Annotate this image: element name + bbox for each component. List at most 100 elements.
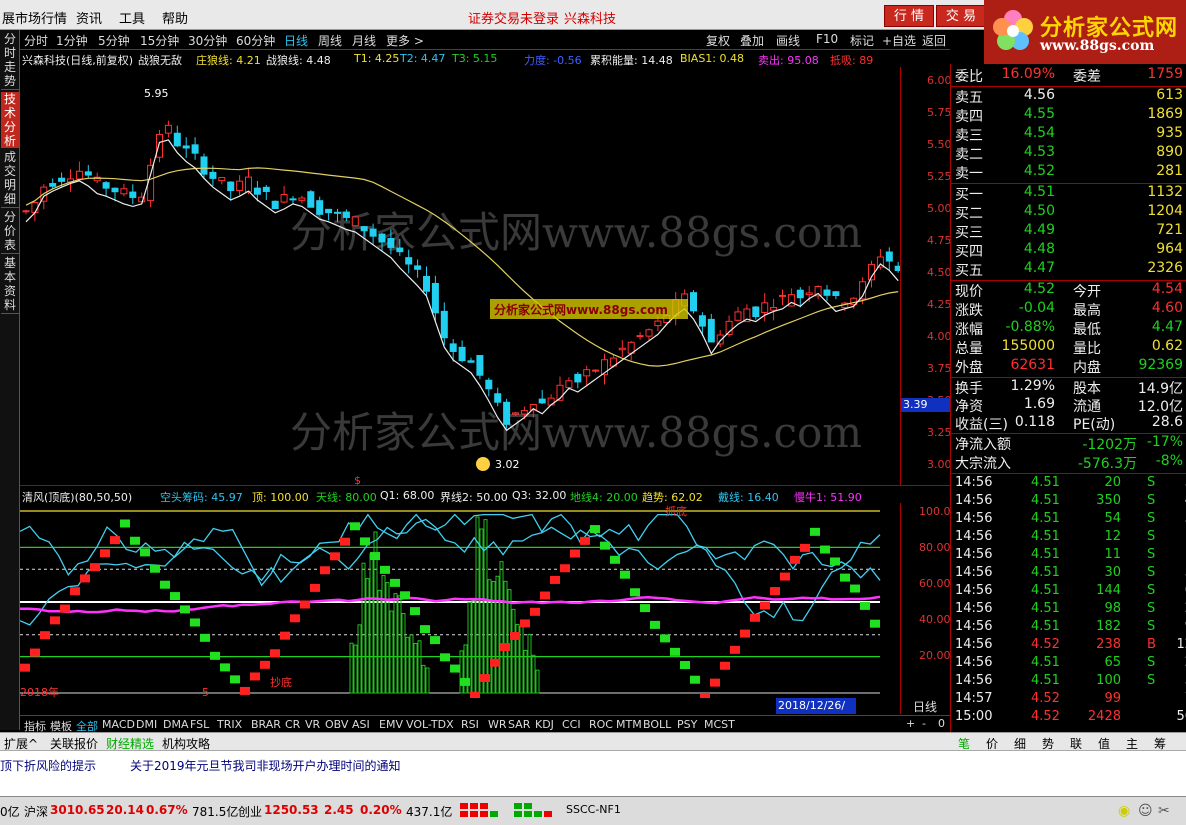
- ask-volume: 890: [1156, 144, 1183, 160]
- tick-price: 4.51: [1031, 619, 1060, 634]
- indicator-tab-cr[interactable]: CR: [285, 718, 300, 731]
- tab-technical[interactable]: 技术分析: [1, 92, 19, 148]
- indicator-tab-emv[interactable]: EMV: [379, 718, 403, 731]
- period-intraday[interactable]: 分时: [24, 32, 48, 49]
- tools-icon[interactable]: ✂: [1158, 803, 1170, 819]
- server-name: SSCC-NF1: [566, 803, 621, 816]
- indicator-tab-psy[interactable]: PSY: [677, 718, 697, 731]
- bid-label: 买四: [955, 244, 983, 260]
- trade-login-status[interactable]: 证券交易未登录: [468, 8, 559, 27]
- indicator-tab-cci[interactable]: CCI: [562, 718, 581, 731]
- tab-intraday[interactable]: 分时走势: [1, 32, 19, 90]
- trend-block: [120, 519, 130, 528]
- tick-price: 4.51: [1031, 511, 1060, 526]
- mark-button[interactable]: 标记: [850, 32, 874, 49]
- indicator-volume-bar: [483, 519, 488, 694]
- trend-block: [580, 536, 590, 545]
- quote-button[interactable]: 行 情: [884, 5, 934, 27]
- indicator-tab-brar[interactable]: BRAR: [251, 718, 281, 731]
- trend-block: [810, 527, 820, 536]
- indicator-volume-bar: [519, 625, 524, 694]
- indicator-tab-kdj[interactable]: KDJ: [535, 718, 554, 731]
- indicator-tab-asi[interactable]: ASI: [352, 718, 370, 731]
- menu-tools[interactable]: 工具: [119, 8, 145, 27]
- indicator-tab-vr[interactable]: VR: [305, 718, 320, 731]
- user-icon[interactable]: ☺: [1138, 803, 1153, 819]
- tick-volume: 30: [1104, 565, 1121, 580]
- trend-block: [220, 663, 230, 672]
- notice-1[interactable]: 顶下折风险的提示: [0, 757, 96, 774]
- tick-side: S: [1147, 583, 1156, 598]
- candle-body: [538, 398, 546, 404]
- notice-2[interactable]: 关于2019年元旦节我司非现场开户办理时间的通知: [130, 757, 401, 774]
- tick-time: 14:56: [955, 637, 993, 652]
- indicator-tab-boll[interactable]: BOLL: [643, 718, 671, 731]
- q3-value: Q3: 32.00: [512, 489, 567, 502]
- period-daily[interactable]: 日线: [284, 32, 308, 49]
- price-tick: 4.25: [927, 298, 952, 311]
- indicator-tab-macd[interactable]: MACD: [102, 718, 135, 731]
- candlestick-chart[interactable]: 分析家公式网www.88gs.com 分析家公式网www.88gs.com 分析…: [20, 67, 900, 485]
- back-button[interactable]: 返回: [922, 32, 946, 49]
- candle-body: [289, 198, 297, 201]
- indicator-tab-mtm[interactable]: MTM: [616, 718, 642, 731]
- tab-trade-detail[interactable]: 成交明细: [1, 150, 19, 208]
- indicator-volume-bar: [397, 595, 402, 694]
- period-more[interactable]: 更多 >: [386, 32, 424, 49]
- menu-market[interactable]: 展市场行情: [2, 8, 67, 27]
- indicator-volume-bar: [507, 589, 512, 694]
- period-monthly[interactable]: 月线: [352, 32, 376, 49]
- notice-bar: 顶下折风险的提示 关于2019年元旦节我司非现场开户办理时间的通知: [0, 750, 1186, 796]
- menu-help[interactable]: 帮助: [162, 8, 188, 27]
- overlay-button[interactable]: 叠加: [740, 32, 764, 49]
- indicator-tab-dma[interactable]: DMA: [163, 718, 189, 731]
- trend-block: [70, 587, 80, 596]
- indicator-tab-dmi[interactable]: DMI: [136, 718, 157, 731]
- period-30min[interactable]: 30分钟: [188, 32, 227, 49]
- menu-news[interactable]: 资讯: [76, 8, 102, 27]
- trend-block: [130, 536, 140, 545]
- indicator-tab-rsi[interactable]: RSI: [461, 718, 479, 731]
- stat-label: 内盘: [1073, 360, 1101, 376]
- indicator-tab-roc[interactable]: ROC: [589, 718, 613, 731]
- period-5min[interactable]: 5分钟: [98, 32, 130, 49]
- tab-fundamentals[interactable]: 基本资料: [1, 256, 19, 314]
- restore-rights-button[interactable]: 复权: [706, 32, 730, 49]
- tick-side: S: [1147, 493, 1156, 508]
- period-weekly[interactable]: 周线: [318, 32, 342, 49]
- add-favorite-button[interactable]: +自选: [882, 32, 916, 49]
- netflow-value: -576.3万: [1077, 456, 1137, 472]
- tab-price-table[interactable]: 分价表: [1, 210, 19, 254]
- tick-time: 14:56: [955, 601, 993, 616]
- indicator-tab-vol-tdx[interactable]: VOL-TDX: [406, 718, 454, 731]
- period-1min[interactable]: 1分钟: [56, 32, 88, 49]
- low-price-label: 3.02: [495, 458, 520, 471]
- trend-block: [360, 537, 370, 546]
- indicator-tab-sar[interactable]: SAR: [508, 718, 530, 731]
- candle-body: [752, 306, 760, 318]
- tick-row: 14:56 4.52 238 B 12: [951, 637, 1186, 655]
- t2-value: T2: 4.47: [400, 52, 446, 65]
- draw-line-button[interactable]: 画线: [776, 32, 800, 49]
- indicator-tab-trix[interactable]: TRIX: [217, 718, 242, 731]
- candle-body: [520, 410, 528, 415]
- indicator-tab-mcst[interactable]: MCST: [704, 718, 735, 731]
- indicator-zero-button[interactable]: 0: [938, 717, 945, 730]
- trend-block: [600, 541, 610, 550]
- zoom-in-button[interactable]: +: [906, 717, 915, 730]
- period-60min[interactable]: 60分钟: [236, 32, 275, 49]
- ask-row: 卖一 4.52 281: [951, 163, 1186, 182]
- indicator-tab-wr[interactable]: WR: [488, 718, 507, 731]
- indicator-chart[interactable]: 抄底 抓底 2018年 5: [20, 503, 900, 698]
- candle-body: [636, 335, 644, 338]
- indicator-tab-obv[interactable]: OBV: [325, 718, 348, 731]
- weibi-value: 16.09%: [1001, 66, 1055, 82]
- zoom-out-button[interactable]: -: [922, 717, 926, 730]
- trade-button[interactable]: 交 易: [936, 5, 986, 27]
- smiley-icon: [476, 457, 490, 471]
- period-15min[interactable]: 15分钟: [140, 32, 179, 49]
- indicator-tab-fsl[interactable]: FSL: [190, 718, 209, 731]
- tick-time: 14:56: [955, 529, 993, 544]
- lock-icon[interactable]: ◉: [1118, 803, 1130, 819]
- f10-button[interactable]: F10: [816, 32, 838, 46]
